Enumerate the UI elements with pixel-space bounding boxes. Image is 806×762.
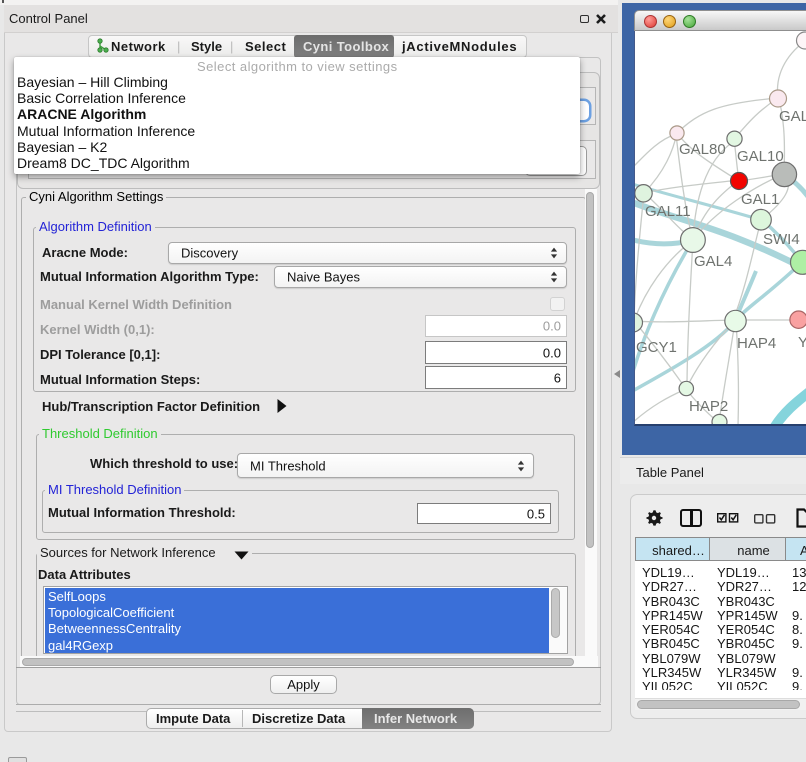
svg-text:GAL10: GAL10: [737, 148, 784, 165]
svg-text:GAL80: GAL80: [679, 141, 726, 158]
svg-text:Y: Y: [798, 334, 806, 351]
svg-text:GCY1: GCY1: [636, 339, 677, 356]
svg-text:SWI4: SWI4: [763, 231, 800, 248]
svg-text:GAL11: GAL11: [645, 203, 691, 220]
svg-text:HAP4: HAP4: [737, 335, 776, 352]
svg-text:HAP2: HAP2: [689, 398, 728, 415]
svg-text:GAL7: GAL7: [779, 108, 806, 125]
svg-text:GAL4: GAL4: [694, 253, 732, 270]
svg-text:GAL1: GAL1: [741, 191, 779, 208]
